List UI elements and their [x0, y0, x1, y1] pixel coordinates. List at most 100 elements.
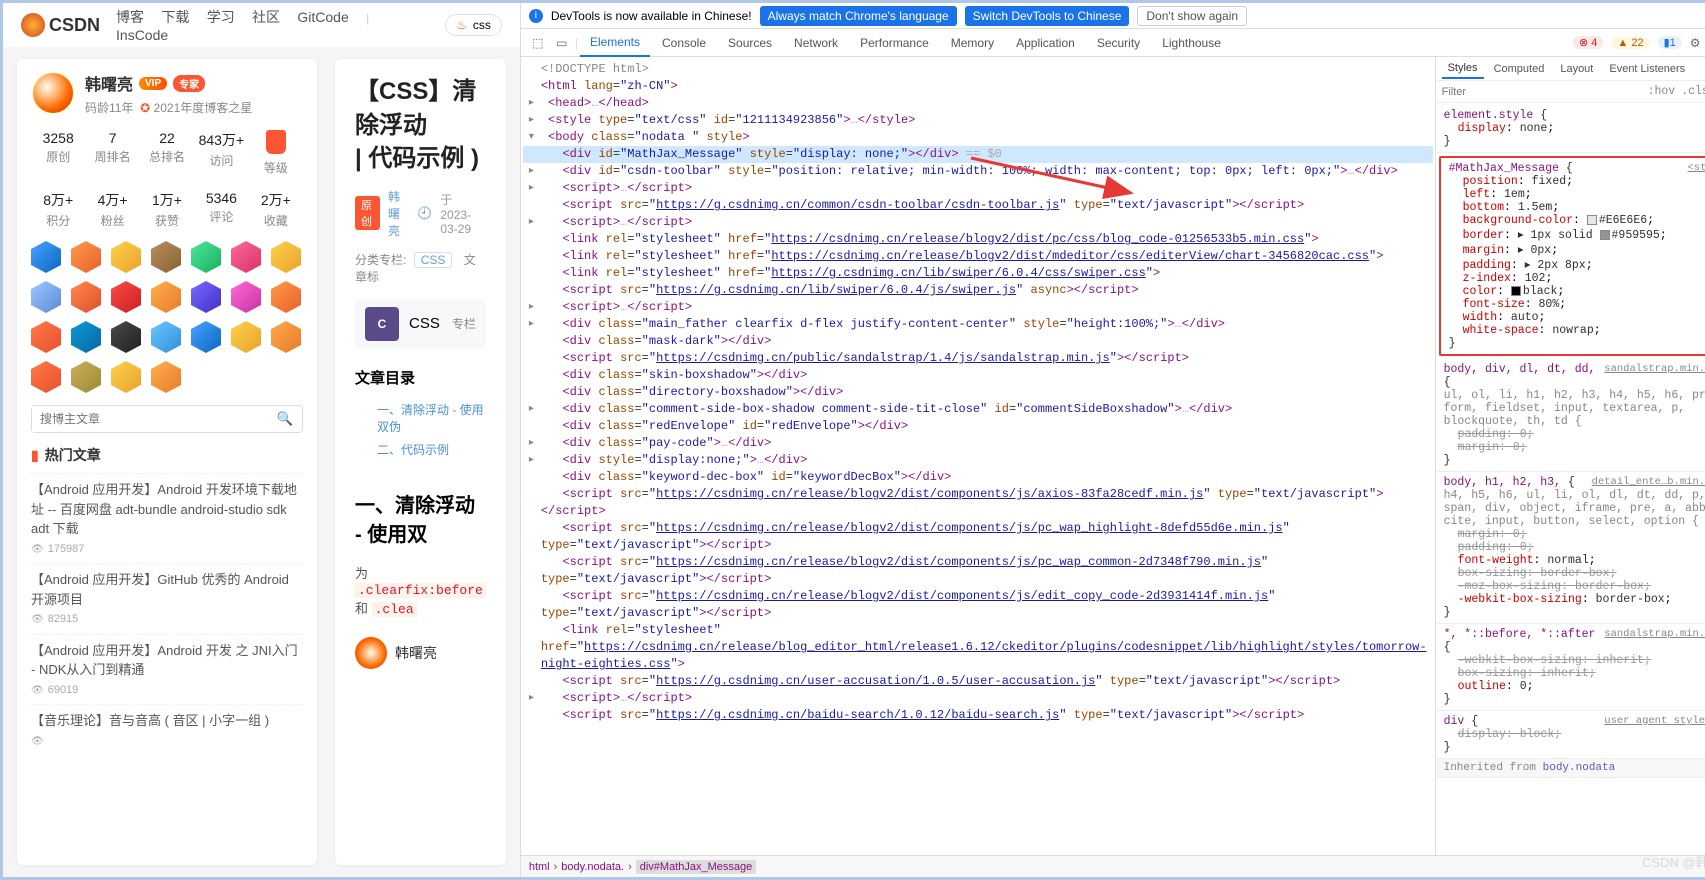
dom-node[interactable]: <link rel="stylesheet" href="https://csd…: [523, 248, 1433, 265]
nav-community[interactable]: 社区: [252, 9, 280, 25]
hot-article-item[interactable]: 【音乐理论】音与音高 ( 音区 | 小字一组 ): [31, 704, 303, 755]
badge-icon[interactable]: [111, 241, 141, 273]
badge-icon[interactable]: [31, 241, 61, 273]
badge-icon[interactable]: [191, 321, 221, 353]
css-rule[interactable]: detail_ente…b.min.css:1body, h1, h2, h3,…: [1436, 472, 1705, 624]
dom-node[interactable]: <div class="redEnvelope" id="redEnvelope…: [523, 418, 1433, 435]
tab-computed[interactable]: Computed: [1488, 60, 1551, 78]
badge-icon[interactable]: [71, 361, 101, 393]
tab-application[interactable]: Application: [1006, 30, 1085, 56]
dom-node[interactable]: <style type="text/css" id="1211134923856…: [523, 112, 1433, 129]
dom-node[interactable]: <div id="csdn-toolbar" style="position: …: [523, 163, 1433, 180]
dom-node[interactable]: <link rel="stylesheet" href="https://csd…: [523, 231, 1433, 248]
dom-node[interactable]: <script src="https://g.csdnimg.cn/common…: [523, 197, 1433, 214]
article-author[interactable]: 韩曙亮: [388, 188, 409, 239]
dom-node[interactable]: <head>…</head>: [523, 95, 1433, 112]
csdn-logo[interactable]: CSDN: [21, 13, 100, 37]
tab-layout[interactable]: Layout: [1554, 60, 1599, 78]
dom-node[interactable]: <script src="https://csdnimg.cn/release/…: [523, 486, 1433, 520]
badge-icon[interactable]: [111, 321, 141, 353]
badge-icon[interactable]: [71, 241, 101, 273]
dom-node[interactable]: <script src="https://csdnimg.cn/release/…: [523, 588, 1433, 622]
hov-toggle[interactable]: :hov: [1648, 85, 1676, 98]
dom-node[interactable]: <html lang="zh-CN">: [523, 78, 1433, 95]
error-count[interactable]: ⊗ 4: [1573, 36, 1603, 49]
styles-filter-input[interactable]: [1442, 86, 1642, 98]
badge-icon[interactable]: [151, 321, 181, 353]
badge-icon[interactable]: [31, 321, 61, 353]
info-count[interactable]: ▮1: [1658, 36, 1682, 49]
dom-node[interactable]: <script>…</script>: [523, 299, 1433, 316]
css-rule[interactable]: element.style {display: none;}: [1436, 105, 1705, 153]
badge-icon[interactable]: [191, 241, 221, 273]
dom-node[interactable]: <script src="https://csdnimg.cn/public/s…: [523, 350, 1433, 367]
badge-icon[interactable]: [271, 321, 301, 353]
hot-article-item[interactable]: 【Android 应用开发】Android 开发 之 JNI入门 - NDK从入…: [31, 634, 303, 705]
hot-article-item[interactable]: 【Android 应用开发】Android 开发环境下载地址 -- 百度网盘 a…: [31, 473, 303, 563]
badge-icon[interactable]: [111, 361, 141, 393]
dom-node[interactable]: <script src="https://csdnimg.cn/release/…: [523, 554, 1433, 588]
dom-node[interactable]: <script>…</script>: [523, 690, 1433, 707]
styles-rules[interactable]: element.style {display: none;}<style>#Ma…: [1436, 103, 1705, 855]
btn-switch-cn[interactable]: Switch DevTools to Chinese: [965, 6, 1130, 26]
badge-icon[interactable]: [71, 281, 101, 313]
tab-elements[interactable]: Elements: [580, 29, 650, 57]
search-icon[interactable]: 🔍: [268, 406, 302, 432]
nav-download[interactable]: 下载: [161, 9, 189, 25]
blog-search[interactable]: 🔍: [31, 405, 303, 433]
dom-node[interactable]: <link rel="stylesheet" href="https://g.c…: [523, 265, 1433, 282]
device-icon[interactable]: ▭: [551, 36, 573, 50]
btn-match-lang[interactable]: Always match Chrome's language: [760, 6, 957, 26]
dom-node[interactable]: <div style="display:none;">…</div>: [523, 452, 1433, 469]
nav-inscode[interactable]: InsCode: [116, 27, 168, 43]
tab-console[interactable]: Console: [652, 30, 716, 56]
top-search[interactable]: ♨ css: [445, 14, 502, 36]
gear-icon[interactable]: ⚙: [1690, 36, 1701, 50]
css-rule[interactable]: user agent stylesheetdiv {display: block…: [1436, 711, 1705, 759]
cat-link[interactable]: CSS: [414, 252, 453, 268]
dom-node[interactable]: <div class="keyword-dec-box" id="keyword…: [523, 469, 1433, 486]
tab-eventlisteners[interactable]: Event Listeners: [1603, 60, 1691, 78]
dom-node[interactable]: <script src="https://g.csdnimg.cn/user-a…: [523, 673, 1433, 690]
toc-item-2[interactable]: 二、代码示例: [355, 438, 486, 461]
dom-node[interactable]: <div class="mask-dark"></div>: [523, 333, 1433, 350]
dom-node[interactable]: <div class="directory-boxshadow"></div>: [523, 384, 1433, 401]
dom-node[interactable]: <div class="pay-code">…</div>: [523, 435, 1433, 452]
badge-icon[interactable]: [31, 281, 61, 313]
tab-lighthouse[interactable]: Lighthouse: [1152, 30, 1231, 56]
badge-icon[interactable]: [151, 361, 181, 393]
badge-icon[interactable]: [111, 281, 141, 313]
inspect-icon[interactable]: ⬚: [527, 36, 549, 50]
badge-icon[interactable]: [151, 241, 181, 273]
dom-node[interactable]: <script src="https://g.csdnimg.cn/baidu-…: [523, 707, 1433, 724]
dom-node[interactable]: <script>…</script>: [523, 180, 1433, 197]
nav-learn[interactable]: 学习: [207, 9, 235, 25]
author-float[interactable]: 韩曙亮: [355, 637, 486, 669]
blog-search-input[interactable]: [32, 406, 268, 432]
tab-styles[interactable]: Styles: [1442, 59, 1484, 79]
dom-node[interactable]: <link rel="stylesheet" href="https://csd…: [523, 622, 1433, 673]
dom-node[interactable]: <script src="https://g.csdnimg.cn/lib/sw…: [523, 282, 1433, 299]
dom-node[interactable]: <div class="skin-boxshadow"></div>: [523, 367, 1433, 384]
badge-icon[interactable]: [191, 281, 221, 313]
css-rule[interactable]: sandalstrap.min.css:4*, *::before, *::af…: [1436, 624, 1705, 711]
hot-article-item[interactable]: 【Android 应用开发】GitHub 优秀的 Android 开源项目 82…: [31, 563, 303, 634]
badge-icon[interactable]: [71, 321, 101, 353]
nav-gitcode[interactable]: GitCode: [297, 9, 348, 25]
toc-item-1[interactable]: 一、清除浮动 - 使用双伪: [355, 398, 486, 438]
badge-icon[interactable]: [231, 241, 261, 273]
css-rule[interactable]: sandalstrap.min.css:4body, div, dl, dt, …: [1436, 359, 1705, 472]
tab-memory[interactable]: Memory: [941, 30, 1004, 56]
badge-icon[interactable]: [271, 241, 301, 273]
cls-toggle[interactable]: .cls: [1681, 85, 1705, 98]
css-rule[interactable]: <style>#MathJax_Message {position: fixed…: [1439, 156, 1705, 356]
elements-tree[interactable]: <!DOCTYPE html><html lang="zh-CN"> <head…: [521, 57, 1435, 855]
tab-network[interactable]: Network: [784, 30, 848, 56]
warn-count[interactable]: ▲ 22: [1611, 37, 1649, 49]
dom-node[interactable]: <!DOCTYPE html>: [523, 61, 1433, 78]
dom-node[interactable]: <script src="https://csdnimg.cn/release/…: [523, 520, 1433, 554]
tab-performance[interactable]: Performance: [850, 30, 939, 56]
dom-node[interactable]: <body class="nodata " style>: [523, 129, 1433, 146]
breadcrumb[interactable]: html › body.nodata. › div#MathJax_Messag…: [521, 855, 1705, 877]
badge-icon[interactable]: [151, 281, 181, 313]
